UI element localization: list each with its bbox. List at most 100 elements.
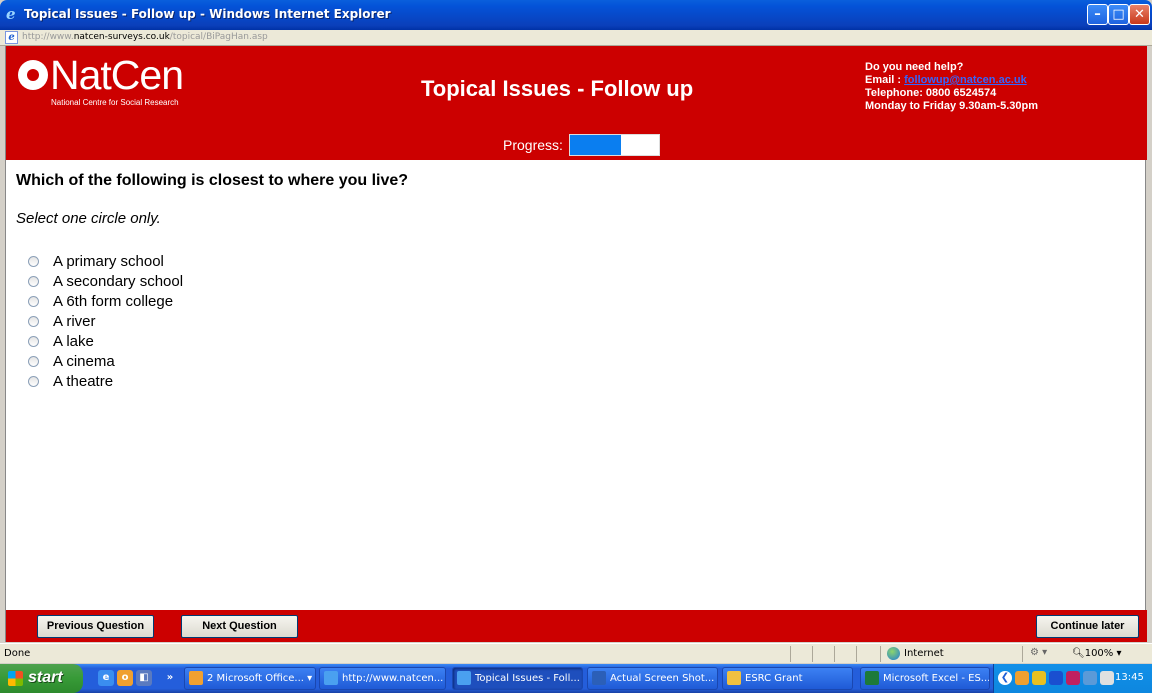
logo-name: NatCen bbox=[50, 52, 184, 98]
radio-button[interactable] bbox=[28, 335, 39, 347]
status-divider bbox=[880, 646, 881, 662]
logo-subtitle: National Centre for Social Research bbox=[51, 98, 179, 107]
volume-icon[interactable] bbox=[1100, 671, 1114, 685]
taskbar-label: Actual Screen Shot... bbox=[610, 673, 715, 684]
radio-button[interactable] bbox=[28, 355, 39, 367]
previous-question-button[interactable]: Previous Question bbox=[37, 615, 154, 638]
answer-option[interactable]: A secondary school bbox=[28, 271, 183, 291]
answer-option[interactable]: A lake bbox=[28, 331, 183, 351]
tray-expand-icon[interactable]: ❮ bbox=[998, 671, 1012, 685]
continue-later-button[interactable]: Continue later bbox=[1036, 615, 1139, 638]
ie-icon bbox=[324, 671, 338, 685]
email-label: Email : bbox=[865, 74, 905, 86]
progress-fill bbox=[570, 135, 621, 155]
answer-option-label[interactable]: A cinema bbox=[53, 353, 115, 370]
url-text[interactable]: http://www.natcen-surveys.co.uk/topical/… bbox=[22, 32, 268, 42]
status-text: Done bbox=[4, 648, 31, 659]
tray-app-icon[interactable] bbox=[1032, 671, 1046, 685]
taskbar-button[interactable]: ESRC Grant bbox=[722, 667, 853, 690]
radio-button[interactable] bbox=[28, 295, 39, 307]
quick-launch-desktop-icon[interactable]: ◧ bbox=[136, 670, 152, 686]
taskbar-button[interactable]: 2 Microsoft Office... ▾ bbox=[184, 667, 316, 690]
help-heading: Do you need help? bbox=[865, 61, 964, 73]
quick-launch-overflow-icon[interactable]: » bbox=[162, 670, 178, 686]
url-path: /topical/BiPagHan.asp bbox=[169, 32, 268, 42]
folder-icon bbox=[727, 671, 741, 685]
page-content: NatCen National Centre for Social Resear… bbox=[5, 46, 1147, 642]
status-divider bbox=[834, 646, 835, 662]
word-icon bbox=[592, 671, 606, 685]
taskbar-label: http://www.natcen... bbox=[342, 673, 444, 684]
radio-button[interactable] bbox=[28, 275, 39, 287]
windows-logo-icon bbox=[8, 671, 23, 686]
page-title: Topical Issues - Follow up bbox=[421, 76, 694, 101]
office-icon bbox=[189, 671, 203, 685]
answer-option-label[interactable]: A river bbox=[53, 313, 96, 330]
taskbar-button[interactable]: Microsoft Excel - ES... bbox=[860, 667, 990, 690]
taskbar-button-active[interactable]: Topical Issues - Foll... bbox=[452, 667, 583, 690]
browser-status-bar: Done Internet ⚙ ▾ 🔍︎100% ▾ bbox=[0, 643, 1152, 663]
answer-option-label[interactable]: A lake bbox=[53, 333, 94, 350]
progress-bar bbox=[569, 134, 660, 156]
status-divider bbox=[1022, 646, 1023, 662]
answer-option[interactable]: A theatre bbox=[28, 371, 183, 391]
zoom-level[interactable]: 🔍︎100% ▾ bbox=[1072, 648, 1122, 659]
maximize-button[interactable]: □ bbox=[1108, 4, 1129, 25]
answer-option[interactable]: A 6th form college bbox=[28, 291, 183, 311]
url-domain: natcen-surveys.co.uk bbox=[73, 32, 170, 42]
page-icon: e bbox=[5, 31, 18, 44]
answer-option-label[interactable]: A secondary school bbox=[53, 273, 183, 290]
radio-button[interactable] bbox=[28, 375, 39, 387]
windows-taskbar: start e o ◧ » 2 Microsoft Office... ▾ ht… bbox=[0, 664, 1152, 693]
answer-option[interactable]: A primary school bbox=[28, 251, 183, 271]
answer-option-label[interactable]: A theatre bbox=[53, 373, 113, 390]
ie-icon bbox=[457, 671, 471, 685]
radio-button[interactable] bbox=[28, 255, 39, 267]
quick-launch-outlook-icon[interactable]: o bbox=[117, 670, 133, 686]
system-tray: ❮ 13:45 bbox=[993, 664, 1152, 693]
tray-k-icon[interactable] bbox=[1066, 671, 1080, 685]
answer-options: A primary school A secondary school A 6t… bbox=[28, 251, 183, 391]
taskbar-label: Microsoft Excel - ES... bbox=[883, 673, 990, 684]
natcen-logo-icon bbox=[18, 60, 48, 90]
window-title: Topical Issues - Follow up - Windows Int… bbox=[24, 7, 391, 21]
minimize-button[interactable]: – bbox=[1087, 4, 1108, 25]
status-divider bbox=[790, 646, 791, 662]
progress-label: Progress: bbox=[503, 137, 563, 153]
answer-option[interactable]: A river bbox=[28, 311, 183, 331]
taskbar-button[interactable]: http://www.natcen... bbox=[319, 667, 446, 690]
close-button[interactable]: ✕ bbox=[1129, 4, 1150, 25]
answer-option-label[interactable]: A 6th form college bbox=[53, 293, 173, 310]
address-bar[interactable]: e http://www.natcen-surveys.co.uk/topica… bbox=[0, 30, 1152, 46]
url-prefix: http://www. bbox=[22, 32, 74, 42]
status-divider bbox=[856, 646, 857, 662]
window-titlebar[interactable]: e Topical Issues - Follow up - Windows I… bbox=[0, 0, 1152, 30]
answer-option[interactable]: A cinema bbox=[28, 351, 183, 371]
network-icon[interactable] bbox=[1083, 671, 1097, 685]
bluetooth-icon[interactable] bbox=[1049, 671, 1063, 685]
taskbar-label: Topical Issues - Foll... bbox=[475, 673, 580, 684]
status-divider bbox=[812, 646, 813, 662]
excel-icon bbox=[865, 671, 879, 685]
clock: 13:45 bbox=[1115, 672, 1144, 683]
security-zone: Internet bbox=[904, 648, 944, 659]
email-link[interactable]: followup@natcen.ac.uk bbox=[904, 74, 1027, 86]
answer-option-label[interactable]: A primary school bbox=[53, 253, 164, 270]
internet-explorer-icon: e bbox=[6, 5, 16, 23]
question-text: Which of the following is closest to whe… bbox=[16, 172, 409, 189]
navigation-bar: Previous Question Next Question Continue… bbox=[6, 610, 1147, 642]
start-button[interactable]: start bbox=[0, 664, 83, 693]
protected-mode-icon[interactable]: ⚙ ▾ bbox=[1030, 647, 1047, 658]
radio-button[interactable] bbox=[28, 315, 39, 327]
help-phone: Telephone: 0800 6524574 bbox=[865, 87, 997, 99]
question-instruction: Select one circle only. bbox=[16, 210, 161, 227]
tray-outlook-icon[interactable] bbox=[1015, 671, 1029, 685]
help-box: Do you need help? Email : followup@natce… bbox=[865, 61, 1038, 113]
taskbar-label: 2 Microsoft Office... bbox=[207, 673, 304, 684]
survey-header: NatCen National Centre for Social Resear… bbox=[6, 46, 1147, 160]
next-question-button[interactable]: Next Question bbox=[181, 615, 298, 638]
natcen-logo: NatCen National Centre for Social Resear… bbox=[18, 52, 188, 108]
start-label: start bbox=[28, 669, 63, 686]
quick-launch-ie-icon[interactable]: e bbox=[98, 670, 114, 686]
taskbar-button[interactable]: Actual Screen Shot... bbox=[587, 667, 718, 690]
